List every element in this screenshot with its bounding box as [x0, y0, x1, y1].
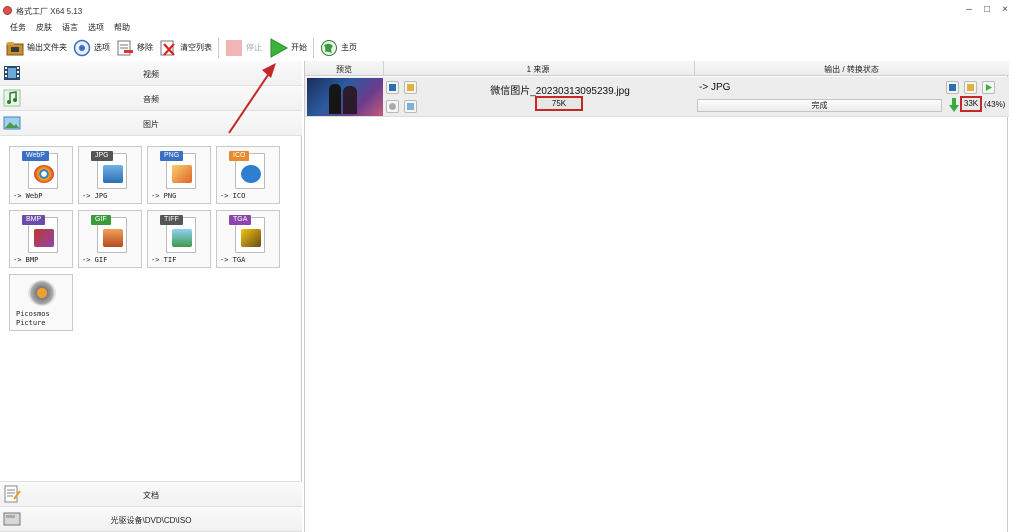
output-size: 33K [960, 96, 982, 112]
tif-image-icon [172, 229, 192, 247]
category-audio[interactable]: 音频 [0, 86, 302, 111]
image-preview-thumbnail [307, 78, 383, 116]
category-image[interactable]: 图片 [0, 111, 302, 136]
menu-bar: 任务 皮肤 语言 选项 帮助 [0, 22, 140, 34]
info-icon [389, 84, 396, 91]
menu-task[interactable]: 任务 [10, 22, 26, 34]
output-format: -> JPG [699, 82, 731, 93]
menu-skin[interactable]: 皮肤 [36, 22, 52, 34]
convert-gif-tile[interactable]: GIF -> GIF [78, 210, 142, 268]
folder-icon [6, 39, 24, 57]
size-reduced-arrow-icon [949, 98, 959, 112]
minimize-button[interactable]: – [960, 3, 978, 17]
menu-options[interactable]: 选项 [88, 22, 104, 34]
clear-x-icon [159, 39, 177, 57]
window-controls: – □ × [960, 3, 1014, 17]
header-output-status[interactable]: 输出 / 转换状态 [694, 64, 1009, 75]
source-settings-button[interactable] [386, 100, 399, 113]
category-video[interactable]: 视频 [0, 61, 302, 86]
png-image-icon [172, 165, 192, 183]
toolbar-divider-2 [313, 37, 314, 58]
clear-list-button[interactable]: 清空列表 [159, 37, 212, 59]
title-bar: 格式工厂 X64 5.13 – □ × [0, 0, 1014, 22]
toolbar: 输出文件夹 选项 移除 清空列表 停止 开始 主页 [0, 35, 1014, 60]
chrome-icon [34, 165, 54, 183]
task-row[interactable]: 微信图片_20230313095239.jpg 75K -> JPG 完成 33… [305, 77, 1009, 117]
menu-help[interactable]: 帮助 [114, 22, 130, 34]
convert-png-tile[interactable]: PNG -> PNG [147, 146, 211, 204]
output-play-button[interactable] [982, 81, 995, 94]
remove-list-icon [116, 39, 134, 57]
info-icon [949, 84, 956, 91]
conversion-status: 完成 [697, 99, 942, 112]
toolbar-divider [218, 37, 219, 58]
convert-bmp-tile[interactable]: BMP -> BMP [9, 210, 73, 268]
header-preview[interactable]: 预览 [305, 64, 383, 75]
output-folder-button[interactable] [964, 81, 977, 94]
play-icon [268, 37, 289, 58]
convert-tga-tile[interactable]: TGA -> TGA [216, 210, 280, 268]
output-info-button[interactable] [946, 81, 959, 94]
menu-language[interactable]: 语言 [62, 22, 78, 34]
source-filename: 微信图片_20230313095239.jpg [490, 86, 630, 97]
tga-image-icon [241, 229, 261, 247]
trash-icon [407, 103, 414, 110]
ico-badge: ICO [229, 151, 250, 161]
picosmos-tile[interactable]: Picosmos Picture [9, 274, 73, 331]
convert-webp-tile[interactable]: WebP -> WebP [9, 146, 73, 204]
gif-image-icon [103, 229, 123, 247]
source-delete-button[interactable] [404, 100, 417, 113]
output-folder-button[interactable]: 输出文件夹 [6, 37, 67, 59]
globe-icon [320, 39, 338, 57]
convert-jpg-tile[interactable]: JPG -> JPG [78, 146, 142, 204]
task-list: 预览 1 来源 输出 / 转换状态 微信图片_20230313095239.jp… [304, 61, 1009, 532]
category-sidebar: 视频 音频 图片 WebP -> WebP JPG -> JPG PNG -> … [0, 61, 302, 532]
tiff-badge: TIFF [160, 215, 183, 225]
picosmos-gear-icon [28, 280, 56, 306]
settings-disc-icon [73, 39, 91, 57]
folder-icon [407, 84, 414, 91]
home-button[interactable]: 主页 [320, 37, 357, 59]
stop-icon [225, 39, 243, 57]
compression-ratio: (43%) [984, 100, 1006, 109]
app-logo-icon [3, 6, 12, 15]
bmp-badge: BMP [22, 215, 46, 225]
remove-button[interactable]: 移除 [116, 37, 153, 59]
source-size: 75K [535, 96, 583, 111]
source-info-button[interactable] [386, 81, 399, 94]
convert-tif-tile[interactable]: TIFF -> TIF [147, 210, 211, 268]
source-folder-button[interactable] [404, 81, 417, 94]
convert-ico-tile[interactable]: ICO -> ICO [216, 146, 280, 204]
task-list-header: 预览 1 来源 输出 / 转换状态 [305, 61, 1009, 76]
tga-badge: TGA [229, 215, 252, 225]
options-button[interactable]: 选项 [73, 37, 110, 59]
category-disc[interactable]: 光驱设备\DVD\CD\ISO [0, 507, 302, 532]
window-title: 格式工厂 X64 5.13 [16, 7, 83, 16]
category-document[interactable]: 文档 [0, 481, 302, 507]
stop-button[interactable]: 停止 [225, 37, 262, 59]
start-button[interactable]: 开始 [268, 37, 307, 59]
jpg-image-icon [103, 165, 123, 183]
gear-icon [389, 103, 396, 110]
webp-badge: WebP [22, 151, 49, 161]
folder-icon [967, 84, 974, 91]
info-icon [241, 165, 261, 183]
close-button[interactable]: × [996, 3, 1014, 17]
header-source[interactable]: 1 来源 [383, 64, 693, 75]
bmp-brush-icon [34, 229, 54, 247]
png-badge: PNG [160, 151, 184, 161]
gif-badge: GIF [91, 215, 111, 225]
jpg-badge: JPG [91, 151, 113, 161]
maximize-button[interactable]: □ [978, 3, 996, 17]
play-icon [985, 84, 992, 91]
